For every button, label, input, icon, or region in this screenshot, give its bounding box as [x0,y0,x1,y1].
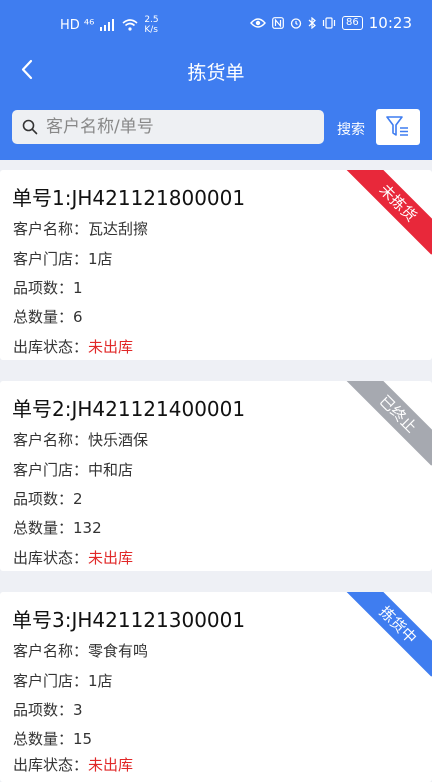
qty-label: 总数量： [13,730,74,748]
signal-icon [100,19,115,31]
items-row: 品项数：3 [13,699,83,720]
order-number: 单号1:JH421121800001 [12,186,246,210]
alarm-icon [290,18,302,29]
qty-row: 总数量：15 [13,728,92,749]
items-value: 1 [73,279,83,297]
page-title: 拣货单 [187,62,245,84]
status-label: 出库状态： [13,338,89,356]
store-row: 客户门店：1店 [13,248,113,269]
customer-label: 客户名称： [13,642,89,660]
order-number: 单号3:JH421121300001 [12,608,246,632]
eye-icon [250,18,266,28]
customer-row: 客户名称：瓦达刮擦 [13,218,148,239]
qty-label: 总数量： [13,308,74,326]
filter-icon [386,116,408,136]
store-label: 客户门店： [13,461,89,479]
items-label: 品项数： [13,701,74,719]
store-label: 客户门店： [13,250,89,268]
battery-icon: 86 [342,16,363,30]
search-icon [22,119,38,135]
nfc-icon [272,17,284,29]
store-value: 1店 [88,250,113,268]
items-label: 品项数： [13,490,74,508]
items-value: 3 [73,701,83,719]
search-button[interactable]: 搜索 [337,119,365,139]
bluetooth-icon [308,17,316,29]
status-ribbon: 已终止 [346,381,432,466]
items-value: 2 [73,490,83,508]
net-speed-value: 2.5 [144,15,159,25]
app-header: HD ⁴⁶ 2.5 K/s 86 10:23 拣货单 客户名称/单号 搜索 [0,0,432,160]
qty-value: 15 [73,730,93,748]
store-row: 客户门店：1店 [13,670,113,691]
customer-label: 客户名称： [13,220,89,238]
wifi-icon [122,19,138,31]
customer-value: 瓦达刮擦 [88,220,149,238]
customer-row: 客户名称：零食有鸣 [13,640,148,661]
qty-row: 总数量：132 [13,517,102,538]
items-label: 品项数： [13,279,74,297]
search-box[interactable] [12,110,324,144]
status-label: 出库状态： [13,756,89,774]
vibrate-icon [322,17,336,29]
store-value: 中和店 [88,461,134,479]
items-row: 品项数：1 [13,277,83,298]
status-row: 出库状态：未出库 [13,547,133,568]
net-speed-unit: K/s [144,25,158,35]
status-row: 出库状态：未出库 [13,336,133,357]
status-bar: HD ⁴⁶ 2.5 K/s 86 10:23 [0,0,432,50]
qty-row: 总数量：6 [13,306,83,327]
network-indicator: HD ⁴⁶ [60,17,95,33]
items-row: 品项数：2 [13,488,83,509]
status-value: 未出库 [88,756,134,774]
store-row: 客户门店：中和店 [13,459,133,480]
customer-value: 快乐酒保 [88,431,149,449]
status-value: 未出库 [88,549,134,567]
qty-value: 132 [73,519,102,537]
order-card[interactable]: 单号1:JH421121800001 客户名称：瓦达刮擦 客户门店：1店 品项数… [0,170,432,360]
qty-label: 总数量： [13,519,74,537]
status-right: 86 10:23 [250,14,412,32]
status-left: HD ⁴⁶ 2.5 K/s [60,15,159,35]
order-card[interactable]: 单号2:JH421121400001 客户名称：快乐酒保 客户门店：中和店 品项… [0,381,432,571]
customer-value: 零食有鸣 [88,642,149,660]
order-card[interactable]: 单号3:JH421121300001 客户名称：零食有鸣 客户门店：1店 品项数… [0,592,432,782]
status-ribbon: 未拣货 [346,170,432,255]
order-number: 单号2:JH421121400001 [12,397,246,421]
store-value: 1店 [88,672,113,690]
clock: 10:23 [368,14,412,32]
customer-label: 客户名称： [13,431,89,449]
net-speed: 2.5 K/s [144,15,158,35]
status-label: 出库状态： [13,549,89,567]
store-label: 客户门店： [13,672,89,690]
status-value: 未出库 [88,338,134,356]
customer-row: 客户名称：快乐酒保 [13,429,148,450]
qty-value: 6 [73,308,83,326]
search-input[interactable] [44,116,308,138]
status-ribbon: 拣货中 [346,592,432,677]
status-row: 出库状态：未出库 [13,754,133,775]
filter-button[interactable] [376,109,420,145]
